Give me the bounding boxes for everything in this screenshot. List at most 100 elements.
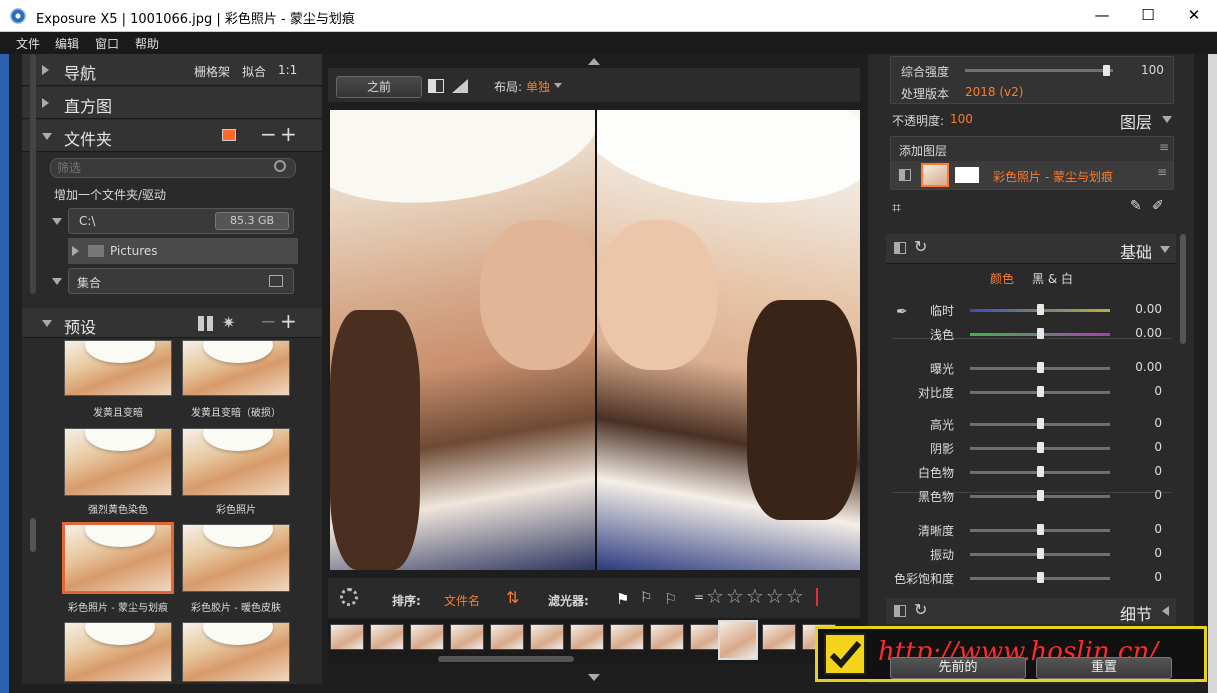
- slider-knob[interactable]: [1037, 362, 1044, 373]
- slider-row[interactable]: 白色物 0: [868, 464, 1194, 484]
- slider-row[interactable]: 黑色物 0: [868, 488, 1194, 508]
- filmstrip-scrollbar[interactable]: [438, 656, 574, 662]
- collapse-top-icon[interactable]: [588, 58, 600, 65]
- compare-view-icon[interactable]: [452, 79, 468, 93]
- collapse-all-icon[interactable]: ✷: [222, 313, 235, 332]
- pen-icon[interactable]: ✎: [1130, 198, 1142, 214]
- preset-scrollbar[interactable]: [30, 518, 36, 552]
- close-button[interactable]: ✕: [1171, 0, 1217, 32]
- film-thumb[interactable]: [610, 624, 644, 650]
- drive-row[interactable]: C:\ 85.3 GB: [68, 208, 294, 234]
- slider-knob[interactable]: [1037, 442, 1044, 453]
- preset-thumb[interactable]: [182, 622, 290, 682]
- overall-knob[interactable]: [1102, 65, 1110, 76]
- slider-row[interactable]: 浅色 0.00: [868, 326, 1194, 346]
- folder-plus-button[interactable]: +: [280, 122, 297, 146]
- sort-dropdown[interactable]: 文件名: [444, 592, 480, 609]
- slider-row[interactable]: 阴影 0: [868, 440, 1194, 460]
- add-layer-button[interactable]: 添加图层: [899, 142, 947, 159]
- preset-thumb[interactable]: [182, 428, 290, 496]
- slider-knob[interactable]: [1037, 304, 1044, 315]
- slider-knob[interactable]: [1037, 572, 1044, 583]
- slider-row[interactable]: 高光 0: [868, 416, 1194, 436]
- reset-icon[interactable]: ↻: [914, 600, 927, 619]
- minimize-button[interactable]: —: [1079, 0, 1125, 32]
- menu-edit[interactable]: 编辑: [55, 35, 79, 52]
- overall-slider[interactable]: [965, 69, 1113, 72]
- layer-mask[interactable]: [955, 167, 979, 183]
- film-thumb[interactable]: [650, 624, 684, 650]
- preset-thumb[interactable]: [182, 524, 290, 592]
- menu-icon[interactable]: ≡: [1159, 140, 1169, 154]
- slider-row[interactable]: 对比度 0: [868, 384, 1194, 404]
- film-thumb[interactable]: [410, 624, 444, 650]
- film-thumb[interactable]: [762, 624, 796, 650]
- slider-knob[interactable]: [1037, 328, 1044, 339]
- slider-row[interactable]: 曝光 0.00: [868, 360, 1194, 380]
- layer-row[interactable]: 彩色照片 - 蒙尘与划痕 ≡: [891, 161, 1173, 189]
- ratio-button[interactable]: 1:1: [278, 63, 297, 77]
- filter-input[interactable]: [50, 158, 296, 178]
- film-thumb[interactable]: [450, 624, 484, 650]
- folder-row-pictures[interactable]: Pictures: [68, 238, 298, 264]
- detail-header[interactable]: ↻ 细节: [886, 598, 1176, 624]
- color-label-icon[interactable]: [816, 588, 818, 606]
- presets-section[interactable]: 预设 ✷ − +: [22, 308, 322, 338]
- right-scrollbar[interactable]: [1180, 234, 1186, 344]
- slider-row[interactable]: 色彩饱和度 0: [868, 570, 1194, 590]
- bw-tab[interactable]: 黑 & 白: [1032, 270, 1073, 287]
- menu-file[interactable]: 文件: [16, 35, 40, 52]
- preset-thumb[interactable]: [182, 340, 290, 396]
- folder-scrollbar[interactable]: [30, 54, 36, 294]
- slider-knob[interactable]: [1037, 548, 1044, 559]
- gear-icon[interactable]: [340, 588, 358, 606]
- layout-dropdown[interactable]: 单独: [526, 78, 550, 95]
- histogram-section[interactable]: 直方图: [22, 87, 322, 119]
- slider-row[interactable]: 振动 0: [868, 546, 1194, 566]
- film-thumb[interactable]: [370, 624, 404, 650]
- film-thumb[interactable]: [530, 624, 564, 650]
- fit-button[interactable]: 拟合: [242, 63, 266, 80]
- slider-row[interactable]: 临时 0.00: [868, 302, 1194, 322]
- visibility-icon[interactable]: [894, 242, 906, 254]
- before-button[interactable]: 之前: [336, 76, 422, 98]
- star-rating-icon[interactable]: ☆☆☆☆☆: [706, 584, 806, 608]
- opacity-dropdown[interactable]: 100: [950, 112, 973, 126]
- reset-button[interactable]: 重置: [1036, 657, 1172, 679]
- film-thumb[interactable]: [570, 624, 604, 650]
- preset-thumb[interactable]: [64, 622, 172, 682]
- unflag-icon[interactable]: ⚐: [664, 590, 677, 608]
- layer-thumb[interactable]: [921, 163, 949, 187]
- visibility-icon[interactable]: [894, 605, 906, 617]
- slider-knob[interactable]: [1037, 490, 1044, 501]
- flag-icon[interactable]: ⚑: [616, 590, 629, 608]
- preset-thumb[interactable]: [64, 428, 172, 496]
- color-tab[interactable]: 颜色: [990, 270, 1014, 287]
- preset-thumb-selected[interactable]: [62, 522, 174, 594]
- maximize-button[interactable]: ☐: [1125, 0, 1171, 32]
- slider-knob[interactable]: [1037, 386, 1044, 397]
- slider-knob[interactable]: [1037, 466, 1044, 477]
- menu-window[interactable]: 窗口: [95, 35, 119, 52]
- image-viewer[interactable]: [330, 110, 860, 570]
- version-dropdown[interactable]: 2018 (v2): [965, 85, 1023, 99]
- sort-order-icon[interactable]: ⇅: [506, 588, 519, 607]
- folders-section[interactable]: 文件夹 − +: [22, 120, 322, 152]
- film-thumb[interactable]: [330, 624, 364, 650]
- film-thumb[interactable]: [490, 624, 524, 650]
- grid-view-icon[interactable]: [198, 316, 213, 331]
- previous-button[interactable]: 先前的: [890, 657, 1026, 679]
- reject-flag-icon[interactable]: ⚐: [640, 590, 653, 606]
- folder-add-icon[interactable]: [222, 129, 236, 141]
- film-thumb-selected[interactable]: [718, 620, 758, 660]
- basic-header[interactable]: ↻ 基础: [886, 234, 1176, 264]
- brush-icon[interactable]: ✐: [1152, 198, 1164, 214]
- collection-row[interactable]: 集合: [68, 268, 294, 294]
- slider-knob[interactable]: [1037, 524, 1044, 535]
- menu-help[interactable]: 帮助: [135, 35, 159, 52]
- crop-icon[interactable]: ⌗: [892, 198, 901, 218]
- add-folder-link[interactable]: 增加一个文件夹/驱动: [54, 186, 166, 203]
- reset-icon[interactable]: ↻: [914, 237, 927, 256]
- preset-thumb[interactable]: [64, 340, 172, 396]
- chevron-down-icon[interactable]: [1162, 116, 1172, 123]
